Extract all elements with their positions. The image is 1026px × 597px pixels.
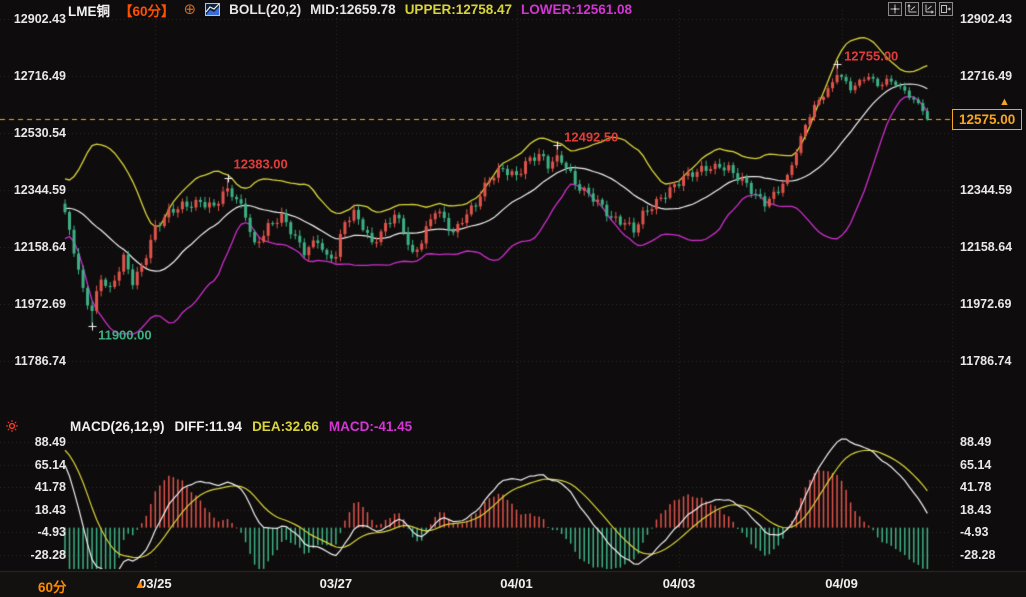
last-price-value: 12575.00 [959,112,1015,127]
boll-upper-value: UPPER:12758.47 [405,2,512,17]
chart-toolbar [888,2,953,16]
crosshair-button[interactable] [888,2,902,16]
chart-canvas[interactable] [0,0,1026,597]
zoom-in-button[interactable] [922,2,936,16]
period-label[interactable]: 【60分】 [119,0,175,20]
pan-right-button[interactable] [939,2,953,16]
boll-lower-value: LOWER:12561.08 [521,2,632,17]
live-indicator-icon [5,419,19,438]
price-up-arrow-icon: ▲ [999,97,1010,107]
chart-header: LME铜 【60分】 ⊕ BOLL(20,2) MID:12659.78 UPP… [68,1,632,18]
boll-params-label: BOLL(20,2) [229,2,301,17]
symbol-name: LME铜 [68,0,110,20]
add-indicator-icon[interactable]: ⊕ [184,3,197,16]
zoom-out-button[interactable] [905,2,919,16]
last-price-box: 12575.00 [952,109,1022,130]
chart-app: LME铜 【60分】 ⊕ BOLL(20,2) MID:12659.78 UPP… [0,0,1026,597]
indicator-chart-icon[interactable] [205,3,220,16]
footer-period-label[interactable]: 60分 [38,576,67,596]
footer-period-arrow-icon[interactable]: ▲ [134,577,146,591]
boll-mid-value: MID:12659.78 [310,2,396,17]
